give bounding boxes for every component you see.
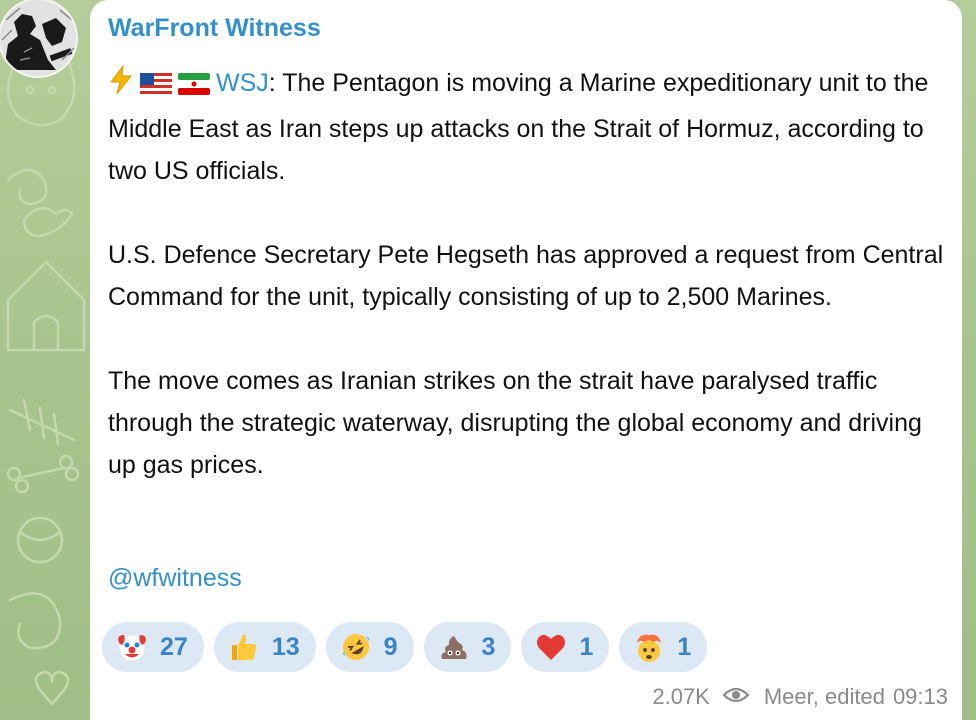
reaction-count: 9 — [383, 632, 398, 661]
message-meta: 2.07K Meer, edited 09:13 — [652, 684, 948, 710]
reactions-bar: 27 13 9 3 1 1 — [102, 622, 708, 672]
reaction-count: 27 — [160, 632, 188, 661]
eye-icon — [722, 684, 750, 710]
source-link-wsj[interactable]: WSJ — [216, 69, 269, 97]
view-count: 2.07K — [652, 684, 710, 709]
reaction-count: 3 — [481, 632, 496, 661]
clown-face-icon — [118, 634, 146, 662]
reaction-rolling-laughing[interactable]: 9 — [325, 622, 414, 672]
exploding-head-icon — [637, 634, 662, 662]
reaction-thumbs-up[interactable]: 13 — [213, 622, 316, 672]
red-heart-icon — [537, 634, 566, 660]
channel-avatar[interactable] — [0, 0, 76, 76]
us-flag-icon — [140, 66, 172, 108]
author-edited-label: Meer, edited — [763, 684, 885, 709]
message-bubble[interactable]: WarFront Witness WSJ: The Pentagon is mo… — [90, 0, 962, 720]
rolling-laughing-icon — [342, 634, 369, 660]
thumbs-up-icon — [231, 634, 257, 660]
high-voltage-icon — [108, 64, 134, 108]
reaction-count: 1 — [579, 632, 594, 661]
paragraph-2: U.S. Defence Secretary Pete Hegseth has … — [108, 241, 944, 311]
reaction-count: 13 — [271, 632, 300, 661]
reaction-red-heart[interactable]: 1 — [521, 622, 610, 672]
post-text: WSJ: The Pentagon is moving a Marine exp… — [108, 62, 948, 486]
channel-mention-link[interactable]: @wfwitness — [108, 564, 242, 593]
message-time: 09:13 — [892, 684, 948, 709]
paragraph-3: The move comes as Iranian strikes on the… — [108, 367, 922, 479]
channel-name[interactable]: WarFront Witness — [108, 14, 321, 43]
reaction-exploding-head[interactable]: 1 — [619, 622, 708, 672]
reaction-clown[interactable]: 27 — [102, 622, 204, 672]
reaction-pile-of-poo[interactable]: 3 — [423, 622, 512, 672]
soldier-avatar-image — [0, 0, 76, 76]
paragraph-1: WSJ: The Pentagon is moving a Marine exp… — [108, 62, 948, 192]
reaction-count: 1 — [677, 632, 692, 661]
iran-flag-icon — [178, 66, 210, 108]
pile-of-poo-icon — [441, 636, 467, 659]
